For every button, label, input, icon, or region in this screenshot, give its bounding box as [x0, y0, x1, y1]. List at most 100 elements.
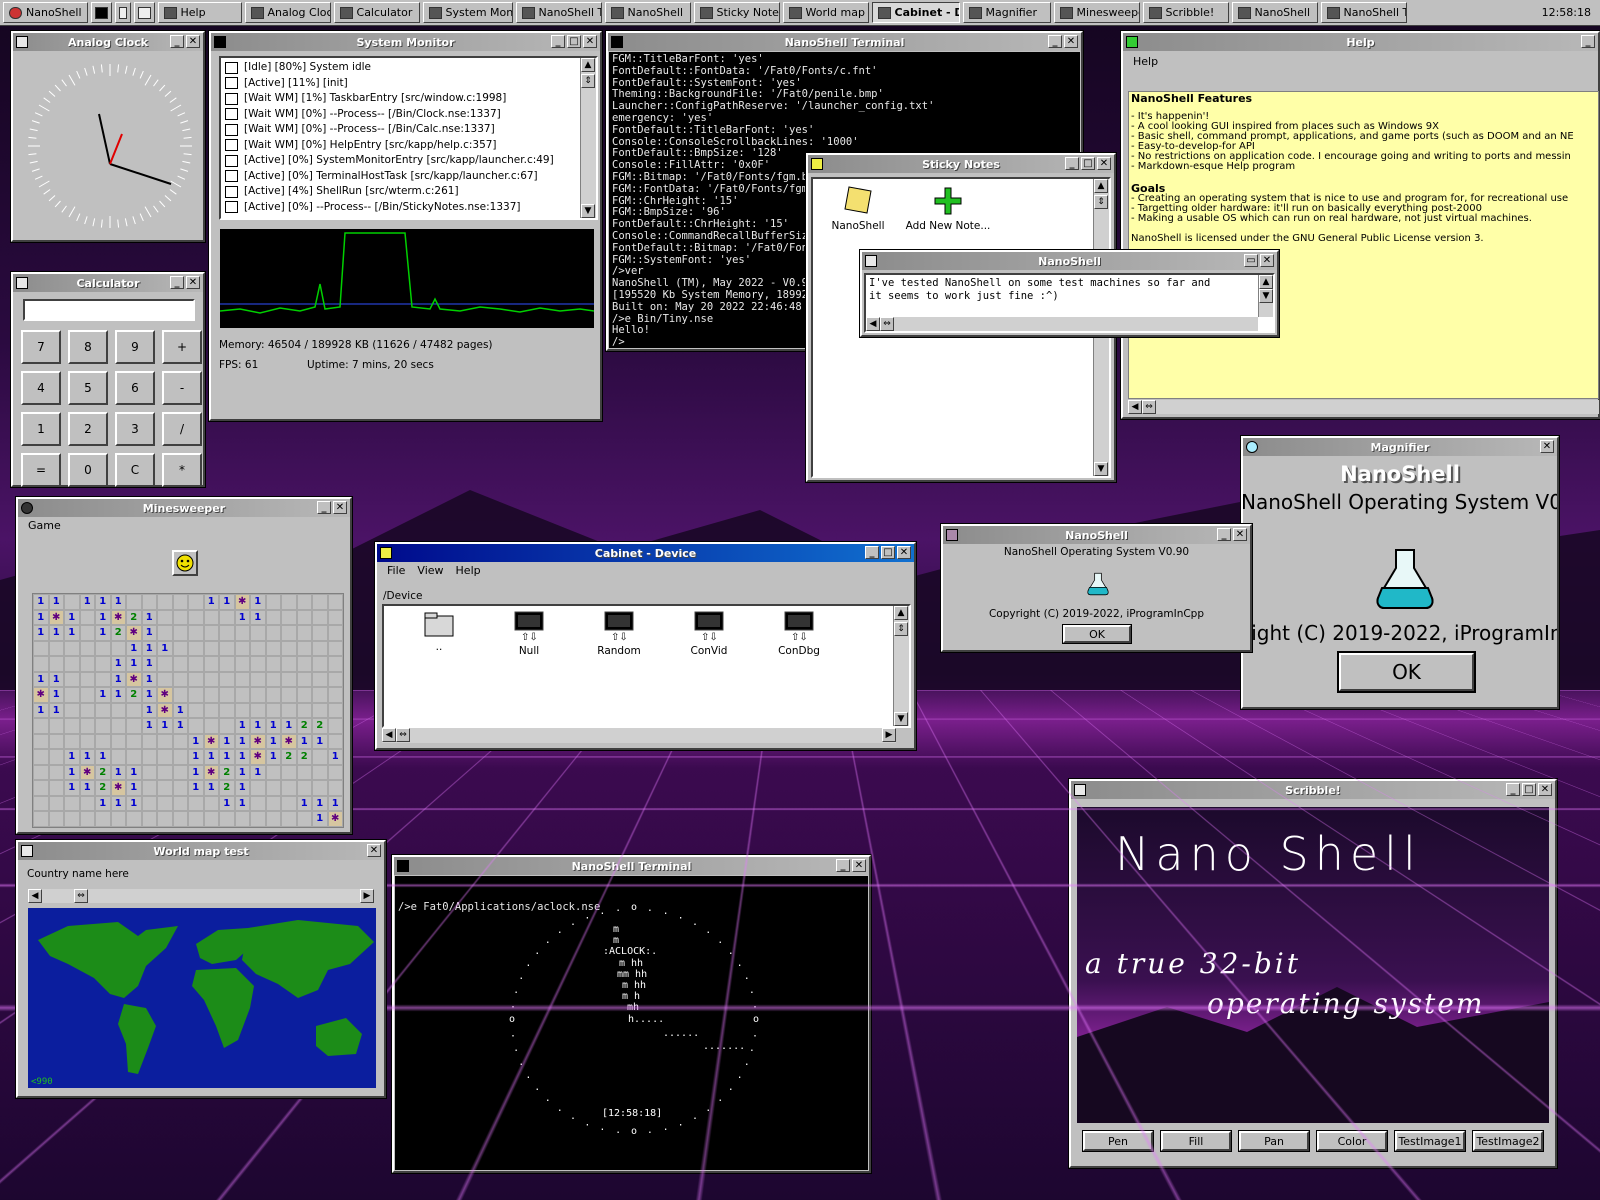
mine-cell[interactable] — [296, 609, 312, 625]
task-checkbox[interactable] — [225, 61, 238, 74]
mine-cell[interactable] — [33, 640, 49, 656]
mine-cell[interactable]: 1 — [312, 811, 328, 827]
calc-key[interactable]: = — [21, 453, 61, 487]
mine-cell[interactable] — [79, 795, 95, 811]
mine-cell[interactable] — [79, 733, 95, 749]
mine-cell[interactable]: 1 — [312, 733, 328, 749]
mine-cell[interactable] — [33, 811, 49, 827]
close-button[interactable]: ✕ — [1540, 440, 1554, 453]
mine-cell[interactable]: 2 — [126, 609, 142, 625]
minimize-button[interactable]: _ — [1506, 783, 1520, 796]
mine-cell[interactable] — [48, 733, 64, 749]
mine-cell[interactable] — [110, 702, 126, 718]
mine-cell[interactable]: 1 — [79, 780, 95, 796]
mine-cell[interactable] — [188, 625, 204, 641]
mine-cell[interactable]: 2 — [95, 780, 111, 796]
mine-cell[interactable] — [265, 640, 281, 656]
mine-cell[interactable] — [281, 640, 297, 656]
mine-cell[interactable]: 1 — [141, 718, 157, 734]
mine-cell[interactable]: 1 — [126, 780, 142, 796]
mine-cell[interactable] — [250, 795, 266, 811]
mine-cell[interactable] — [172, 625, 188, 641]
mine-cell[interactable] — [250, 702, 266, 718]
close-button[interactable]: ✕ — [1097, 157, 1111, 170]
calc-key[interactable]: 6 — [115, 371, 155, 405]
tool-button[interactable]: Color — [1316, 1130, 1388, 1152]
mine-cell[interactable]: 1 — [79, 594, 95, 610]
mine-cell[interactable]: 1 — [33, 702, 49, 718]
mine-cell[interactable] — [281, 795, 297, 811]
mine-cell[interactable] — [234, 811, 250, 827]
mine-cell[interactable] — [48, 718, 64, 734]
mine-cell[interactable]: 1 — [64, 780, 80, 796]
mine-cell[interactable]: ✱ — [110, 609, 126, 625]
calc-key[interactable]: C — [115, 453, 155, 487]
mine-cell[interactable] — [48, 640, 64, 656]
world-map[interactable]: <990 — [28, 908, 376, 1088]
minimize-button[interactable]: _ — [170, 276, 184, 289]
mine-cell[interactable]: 1 — [126, 656, 142, 672]
mine-cell[interactable] — [250, 640, 266, 656]
note-textarea[interactable]: I've tested NanoShell on some test machi… — [864, 273, 1275, 333]
mine-cell[interactable] — [188, 671, 204, 687]
mine-cell[interactable] — [203, 671, 219, 687]
mine-cell[interactable] — [188, 718, 204, 734]
scroll-up-arrow[interactable]: ▲ — [1259, 275, 1273, 289]
close-button[interactable]: ✕ — [1233, 528, 1247, 541]
mine-cell[interactable] — [64, 640, 80, 656]
menu-item[interactable]: File — [387, 564, 405, 577]
file-item[interactable]: ⇧⇩ Random — [584, 610, 654, 657]
mine-cell[interactable] — [327, 718, 343, 734]
task-row[interactable]: [Wait WM] [1%] TaskbarEntry [src/window.… — [225, 91, 592, 107]
tool-button[interactable]: Fill — [1160, 1130, 1232, 1152]
close-button[interactable]: ✕ — [852, 859, 866, 872]
mine-cell[interactable] — [265, 656, 281, 672]
mine-cell[interactable] — [219, 640, 235, 656]
mine-cell[interactable] — [157, 811, 173, 827]
mine-cell[interactable] — [188, 811, 204, 827]
mine-cell[interactable] — [172, 640, 188, 656]
mine-cell[interactable]: 1 — [327, 795, 343, 811]
mine-cell[interactable] — [265, 594, 281, 610]
scroll-thumb[interactable]: ⇕ — [894, 622, 908, 636]
mine-cell[interactable] — [157, 671, 173, 687]
scroll-up-arrow[interactable]: ▲ — [894, 606, 908, 620]
taskbar-button[interactable]: NanoShell — [1231, 2, 1318, 23]
mine-cell[interactable]: 1 — [48, 625, 64, 641]
mine-cell[interactable] — [48, 656, 64, 672]
title-bar[interactable]: Sticky Notes _ □ ✕ — [808, 155, 1114, 173]
close-button[interactable]: ✕ — [333, 501, 347, 514]
mine-cell[interactable]: 1 — [141, 687, 157, 703]
file-vscroll[interactable]: ▲ ⇕ ▼ — [893, 606, 909, 726]
mine-cell[interactable] — [312, 687, 328, 703]
mine-cell[interactable]: 1 — [95, 625, 111, 641]
mine-cell[interactable] — [110, 749, 126, 765]
mine-cell[interactable] — [327, 671, 343, 687]
mine-cell[interactable]: 1 — [64, 764, 80, 780]
mine-cell[interactable] — [203, 795, 219, 811]
minimize-button[interactable]: _ — [836, 859, 850, 872]
title-bar[interactable]: System Monitor _ □ ✕ — [211, 33, 600, 51]
mine-cell[interactable]: 1 — [33, 625, 49, 641]
minimize-button[interactable]: _ — [1217, 528, 1231, 541]
mine-cell[interactable] — [64, 594, 80, 610]
mine-cell[interactable] — [33, 795, 49, 811]
mine-cell[interactable]: 1 — [141, 702, 157, 718]
mine-cell[interactable]: 1 — [157, 640, 173, 656]
title-bar[interactable]: Magnifier ✕ — [1243, 438, 1557, 456]
mine-cell[interactable] — [157, 764, 173, 780]
mine-cell[interactable] — [203, 687, 219, 703]
mine-cell[interactable] — [327, 733, 343, 749]
title-bar[interactable]: NanoShell _ ✕ — [943, 526, 1250, 544]
mine-cell[interactable] — [110, 718, 126, 734]
mine-cell[interactable] — [157, 749, 173, 765]
close-button[interactable]: ✕ — [186, 35, 200, 48]
mine-cell[interactable] — [281, 594, 297, 610]
smiley-button[interactable] — [172, 550, 198, 576]
maximize-button[interactable]: □ — [567, 35, 581, 48]
task-row[interactable]: [Idle] [80%] System idle — [225, 60, 592, 76]
close-button[interactable]: ✕ — [186, 276, 200, 289]
mine-cell[interactable] — [172, 671, 188, 687]
mine-cell[interactable] — [79, 702, 95, 718]
mine-cell[interactable] — [250, 687, 266, 703]
